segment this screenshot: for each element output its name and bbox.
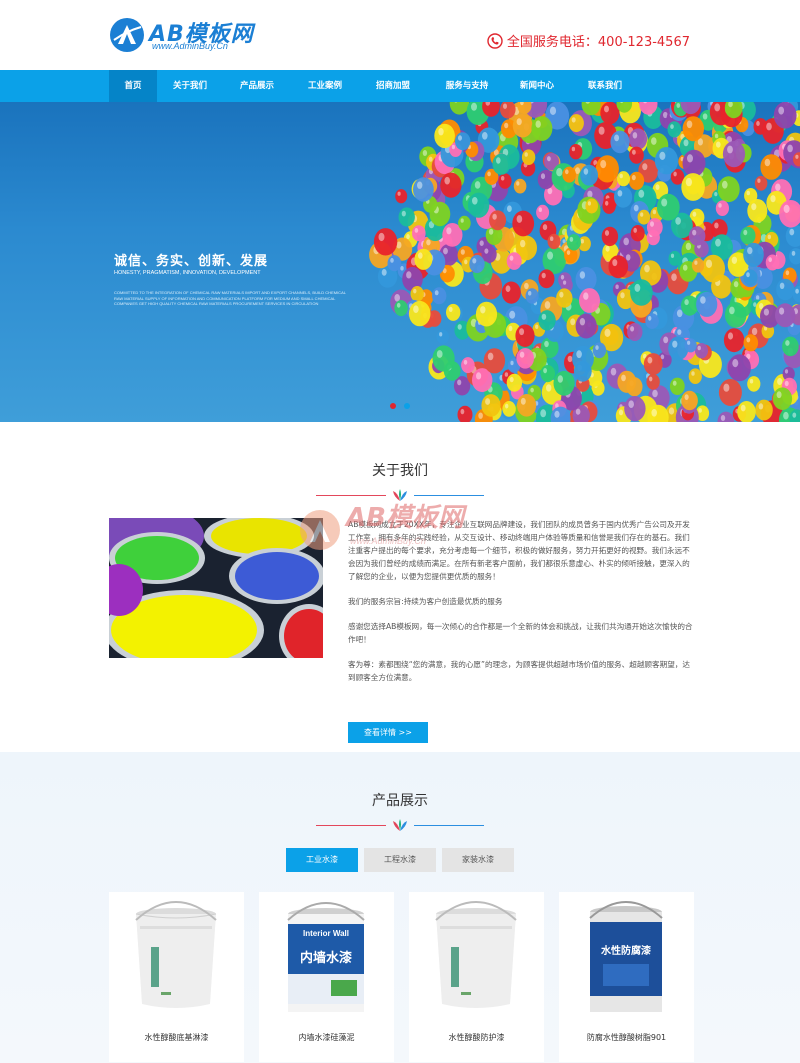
main-nav: 首页 关于我们 产品展示 工业案例 招商加盟 服务与支持 新闻中心 联系我们 <box>0 70 800 102</box>
slider-dot-2[interactable] <box>404 403 410 409</box>
leaf-ornament-icon <box>393 819 407 831</box>
nav-item-home[interactable]: 首页 <box>109 70 157 102</box>
logo-url: www.AdminBuy.Cn <box>152 41 228 51</box>
slider-dot-1[interactable] <box>390 403 396 409</box>
nav-item-about[interactable]: 关于我们 <box>157 70 223 102</box>
tab-engineering-paint[interactable]: 工程水漆 <box>364 848 436 872</box>
product-name[interactable]: 水性醇酸底基淋漆 <box>109 1032 244 1043</box>
svg-text:Interior Wall: Interior Wall <box>303 929 349 938</box>
about-paragraph-3: 感谢您选择AB模板网，每一次倾心的合作都是一个全新的体会和挑战，让我们共沟通开始… <box>348 622 693 644</box>
product-card[interactable]: 水性醇酸底基淋漆 <box>109 892 244 1062</box>
products-section: 产品展示 工业水漆 工程水漆 家装水漆 水性醇酸底基淋漆 Interior Wa… <box>0 752 800 1063</box>
site-header: AB模板网 www.AdminBuy.Cn 全国服务电话：400-123-456… <box>0 0 800 70</box>
product-name[interactable]: 防腐水性醇酸树脂901 <box>559 1032 694 1043</box>
paint-bucket-image <box>135 901 217 1008</box>
interior-wall-paint-can-image: Interior Wall 内墙水漆 <box>287 902 365 1012</box>
product-name[interactable]: 内墙水漆硅藻泥 <box>259 1032 394 1043</box>
product-name[interactable]: 水性醇酸防护漆 <box>409 1032 544 1043</box>
products-heading: 产品展示 <box>372 793 428 809</box>
about-text: AB模板网成立于20XX年，专注企业互联网品牌建设，我们团队的成员曾务于国内优秀… <box>348 518 694 696</box>
product-card[interactable]: 水性防腐漆 防腐水性醇酸树脂901 <box>559 892 694 1062</box>
paint-bucket-image <box>435 901 517 1008</box>
hotline-text: 全国服务电话：400-123-4567 <box>506 35 690 50</box>
page: AB模板网 www.AdminBuy.Cn 全国服务电话：400-123-456… <box>0 0 800 1063</box>
banner-description: COMMITTED TO THE INTEGRATION OF CHEMICAL… <box>114 290 346 306</box>
site-logo[interactable]: AB模板网 www.AdminBuy.Cn <box>109 14 259 56</box>
about-heading: 关于我们 <box>372 463 428 479</box>
waterproof-paint-can-image: 水性防腐漆 <box>589 901 663 1012</box>
hero-banner[interactable]: 诚信、务实、创新、发展 HONESTY, PRAGMATISM, INNOVAT… <box>0 102 800 422</box>
slider-dots <box>390 403 410 409</box>
nav-item-franchise[interactable]: 招商加盟 <box>359 70 427 102</box>
product-card[interactable]: 水性醇酸防护漆 <box>409 892 544 1062</box>
about-paragraph-2: 我们的服务宗旨:持续为客户创造最优质的服务 <box>348 597 503 606</box>
svg-text:内墙水漆: 内墙水漆 <box>300 950 352 966</box>
nav-item-contact[interactable]: 联系我们 <box>567 70 643 102</box>
svg-text:水性防腐漆: 水性防腐漆 <box>600 944 651 957</box>
product-list: 水性醇酸底基淋漆 Interior Wall 内墙水漆 内墙水漆硅藻泥 水性醇酸… <box>109 892 694 1062</box>
heading-divider <box>0 488 800 502</box>
about-section: 关于我们 AB模板网成立于20XX年，专注企业互联网品牌建设，我们团队的成员曾务… <box>0 422 800 752</box>
phone-icon <box>487 32 503 49</box>
banner-title: 诚信、务实、创新、发展 <box>114 254 269 269</box>
product-card[interactable]: Interior Wall 内墙水漆 内墙水漆硅藻泥 <box>259 892 394 1062</box>
about-more-button[interactable]: 查看详情 >> <box>348 722 428 743</box>
leaf-ornament-icon <box>393 489 407 501</box>
tab-home-paint[interactable]: 家装水漆 <box>442 848 514 872</box>
paint-cans-image <box>109 518 323 658</box>
heading-divider <box>0 818 800 832</box>
nav-item-service[interactable]: 服务与支持 <box>427 70 507 102</box>
about-paragraph-4: 客为尊：素都围绕“您的满意，我的心愿”的理念，为顾客提供超越市场价值的服务、超越… <box>348 660 690 682</box>
nav-item-cases[interactable]: 工业案例 <box>291 70 359 102</box>
nav-item-news[interactable]: 新闻中心 <box>507 70 567 102</box>
product-tabs: 工业水漆 工程水漆 家装水漆 <box>286 848 514 872</box>
service-hotline: 全国服务电话：400-123-4567 <box>487 31 690 50</box>
nav-item-products[interactable]: 产品展示 <box>223 70 291 102</box>
banner-subtitle: HONESTY, PRAGMATISM, INNOVATION, DEVELOP… <box>114 270 261 276</box>
tab-industrial-paint[interactable]: 工业水漆 <box>286 848 358 872</box>
logo-a-icon <box>110 18 144 52</box>
about-paragraph-1: AB模板网成立于20XX年，专注企业互联网品牌建设，我们团队的成员曾务于国内优秀… <box>348 520 690 581</box>
